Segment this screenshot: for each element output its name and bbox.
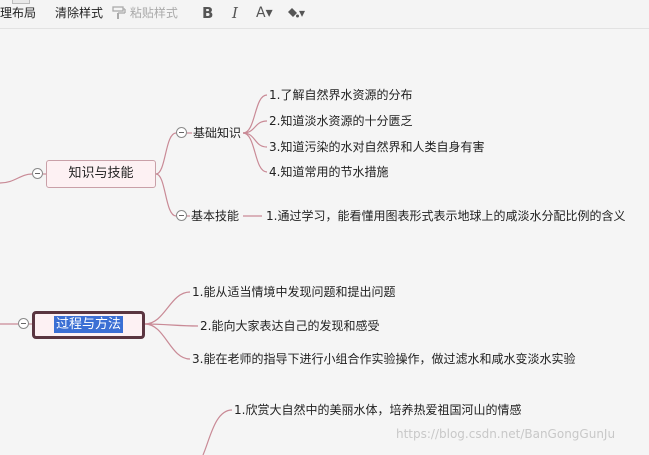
leaf-attitude-1[interactable]: 1.欣赏大自然中的美丽水体，培养热爱祖国河山的情感 [234, 402, 521, 418]
leaf-process-3[interactable]: 3.能在老师的指导下进行小组合作实验操作，做过滤水和咸水变淡水实验 [192, 351, 575, 367]
toolbar: 理布局 清除样式 粘贴样式 B I A▾ ▾ [0, 0, 649, 29]
italic-button[interactable]: I [232, 4, 238, 22]
node-basic-skills[interactable]: 基本技能 [191, 208, 239, 224]
leaf-skills-1[interactable]: 1.通过学习，能看懂用图表形式表示地球上的咸淡水分配比例的含义 [266, 208, 625, 224]
fill-color-button[interactable]: ▾ [286, 4, 305, 22]
leaf-knowledge-1[interactable]: 1.了解自然界水资源的分布 [269, 87, 412, 103]
toolbar-overflow-tab[interactable] [12, 0, 30, 4]
mindmap-canvas[interactable]: 知识与技能 基础知识 1.了解自然界水资源的分布 2.知道淡水资源的十分匮乏 3… [0, 29, 649, 455]
node-process-method-label[interactable]: 过程与方法 [53, 316, 123, 333]
leaf-process-2[interactable]: 2.能向大家表达自己的发现和感受 [200, 318, 379, 334]
clear-style-button[interactable]: 清除样式 [55, 5, 103, 21]
leaf-knowledge-4[interactable]: 4.知道常用的节水措施 [269, 164, 388, 180]
watermark-url: https://blog.csdn.net/BanGongGunJu [396, 427, 616, 441]
leaf-knowledge-2[interactable]: 2.知道淡水资源的十分匮乏 [269, 113, 412, 129]
paste-style-label: 粘贴样式 [129, 6, 178, 20]
fill-color-dropdown: ▾ [299, 6, 306, 20]
node-knowledge-skills[interactable]: 知识与技能 [46, 160, 156, 188]
font-color-button[interactable]: A▾ [256, 4, 273, 22]
paste-style-button[interactable]: 粘贴样式 [112, 5, 178, 21]
layout-button[interactable]: 理布局 [0, 5, 36, 21]
collapse-knowledge-toggle[interactable] [32, 168, 43, 179]
collapse-basic-skills-toggle[interactable] [176, 210, 187, 221]
format-painter-icon [112, 6, 126, 19]
paint-bucket-icon [288, 8, 299, 18]
node-basic-knowledge[interactable]: 基础知识 [193, 125, 241, 141]
collapse-process-toggle[interactable] [18, 318, 29, 329]
leaf-process-1[interactable]: 1.能从适当情境中发现问题和提出问题 [192, 284, 395, 300]
node-process-method[interactable]: 过程与方法 [32, 311, 145, 339]
bold-button[interactable]: B [202, 4, 213, 22]
collapse-basic-knowledge-toggle[interactable] [176, 127, 187, 138]
node-knowledge-skills-label: 知识与技能 [68, 166, 134, 181]
leaf-knowledge-3[interactable]: 3.知道污染的水对自然界和人类自身有害 [269, 139, 484, 155]
